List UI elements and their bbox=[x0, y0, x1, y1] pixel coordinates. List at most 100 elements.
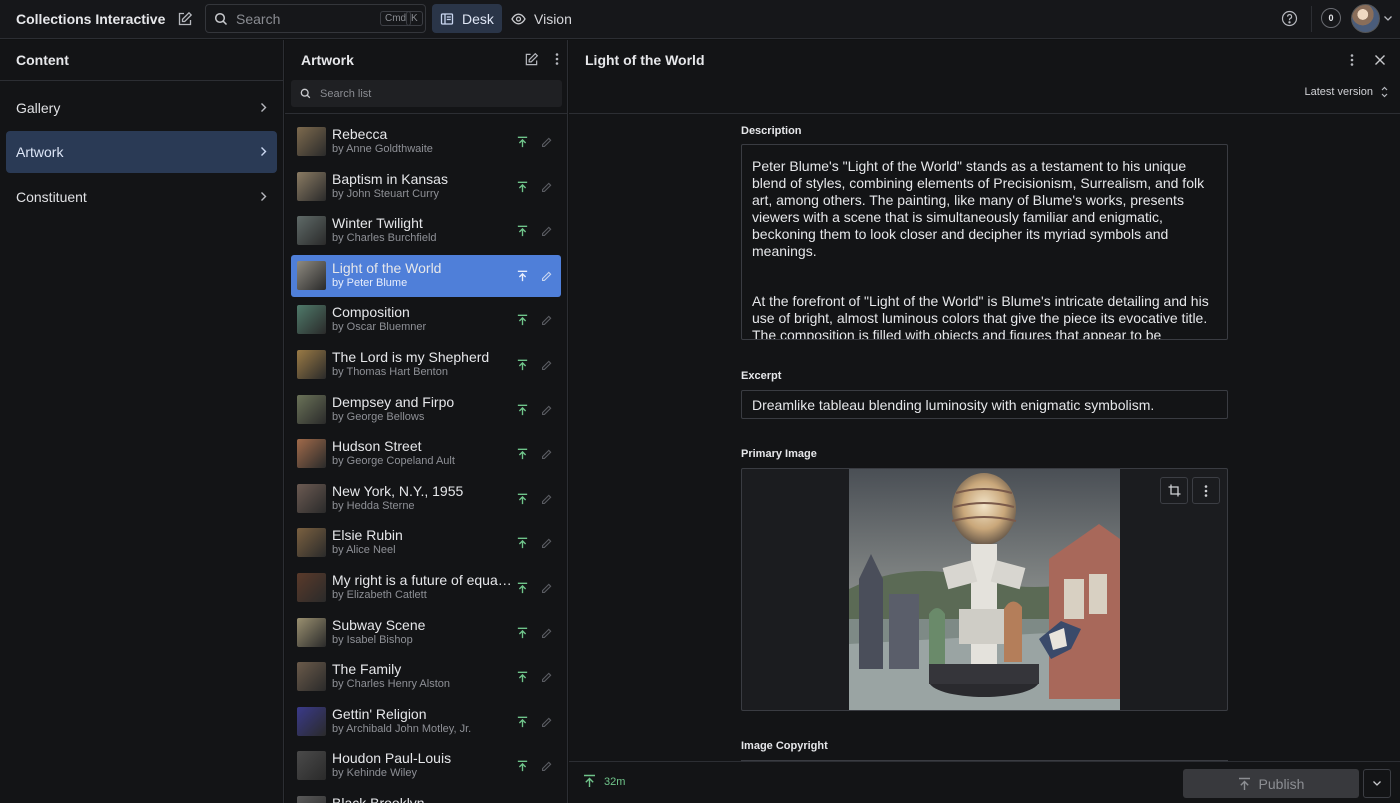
artwork-list-item[interactable]: Elsie Rubin by Alice Neel bbox=[291, 522, 561, 564]
artwork-list-item[interactable]: My right is a future of equality with ot… bbox=[291, 567, 561, 609]
publish-status[interactable] bbox=[517, 581, 528, 597]
notification-count-badge[interactable]: 0 bbox=[1321, 8, 1341, 28]
nav-item-artwork[interactable]: Artwork bbox=[6, 131, 277, 173]
app-title[interactable]: Collections Interactive bbox=[16, 11, 165, 27]
edit-status[interactable] bbox=[541, 180, 552, 196]
chevron-right-icon bbox=[261, 147, 267, 156]
artwork-list-item[interactable]: The Family by Charles Henry Alston bbox=[291, 656, 561, 698]
content-pane-title: Content bbox=[0, 40, 283, 81]
artwork-artist: by George Bellows bbox=[332, 410, 425, 423]
artwork-list-item[interactable]: Gettin' Religion by Archibald John Motley… bbox=[291, 701, 561, 743]
publish-status[interactable] bbox=[517, 492, 528, 508]
edit-icon bbox=[542, 672, 552, 683]
publish-status[interactable] bbox=[517, 536, 528, 552]
publish-status[interactable] bbox=[517, 670, 528, 686]
artwork-title: Black Brooklyn bbox=[332, 795, 425, 803]
publish-icon bbox=[517, 448, 528, 460]
artwork-thumbnail bbox=[297, 573, 326, 602]
compose-icon bbox=[178, 11, 193, 26]
artwork-thumbnail bbox=[297, 617, 326, 647]
edit-icon bbox=[542, 628, 552, 638]
edit-status[interactable] bbox=[541, 403, 552, 419]
artwork-artist: by Elizabeth Catlett bbox=[332, 589, 427, 601]
edit-status[interactable] bbox=[541, 313, 552, 329]
publish-status[interactable] bbox=[517, 180, 528, 196]
publish-icon bbox=[517, 493, 528, 504]
artwork-artist: by John Steuart Curry bbox=[332, 187, 439, 200]
edit-status[interactable] bbox=[541, 581, 552, 597]
help-button[interactable] bbox=[1280, 9, 1299, 28]
edit-status[interactable] bbox=[541, 670, 552, 686]
edit-status[interactable] bbox=[541, 135, 552, 151]
artwork-thumbnail bbox=[297, 216, 326, 246]
edit-icon bbox=[542, 137, 552, 147]
publish-status[interactable] bbox=[517, 269, 528, 285]
artwork-list-item[interactable]: The Lord is my Shepherd by Thomas Hart Be… bbox=[291, 344, 561, 386]
artwork-artist: by Oscar Bluemner bbox=[332, 321, 427, 334]
artwork-thumbnail bbox=[297, 751, 326, 781]
publish-menu-button[interactable] bbox=[1363, 769, 1391, 798]
artwork-list-item[interactable]: Subway Scene by Isabel Bishop bbox=[291, 612, 561, 654]
publish-icon bbox=[517, 136, 528, 148]
description-textarea[interactable]: Peter Blume's "Light of the World" stand… bbox=[741, 144, 1228, 340]
close-icon[interactable] bbox=[1374, 54, 1386, 66]
primary-image-field[interactable] bbox=[741, 468, 1228, 711]
artwork-list-item[interactable]: Composition by Oscar Bluemner bbox=[291, 299, 561, 341]
edit-status[interactable] bbox=[541, 447, 552, 463]
publish-status[interactable] bbox=[517, 224, 528, 240]
artwork-pane-header: Artwork bbox=[285, 40, 567, 80]
publish-status[interactable] bbox=[517, 715, 528, 731]
version-selector[interactable]: Latest version bbox=[1305, 86, 1388, 98]
tool-desk-label: Desk bbox=[462, 10, 494, 27]
edit-status[interactable] bbox=[541, 492, 552, 508]
artwork-title: Subway Scene bbox=[332, 616, 426, 633]
image-copyright-label: Image Copyright bbox=[741, 740, 828, 752]
artwork-list-item[interactable]: Black Brooklyn bbox=[291, 790, 561, 803]
publish-icon bbox=[517, 225, 528, 237]
artwork-list-item[interactable]: Hudson Street by George Copeland Ault bbox=[291, 433, 561, 475]
edit-status[interactable] bbox=[541, 224, 552, 240]
tool-vision[interactable]: Vision bbox=[503, 4, 580, 33]
artwork-list-item[interactable]: Houdon Paul-Louis by Kehinde Wiley bbox=[291, 745, 561, 787]
publish-status[interactable] bbox=[517, 313, 528, 329]
nav-item-gallery[interactable]: Gallery bbox=[6, 87, 277, 129]
artwork-list-item[interactable]: Dempsey and Firpo by George Bellows bbox=[291, 389, 561, 431]
publish-status[interactable] bbox=[517, 135, 528, 151]
list-search-input[interactable]: Search list bbox=[291, 80, 562, 107]
global-search-input[interactable]: Search Cmd K bbox=[205, 4, 426, 33]
more-vertical-icon[interactable] bbox=[555, 52, 559, 66]
user-avatar[interactable] bbox=[1351, 4, 1380, 33]
edit-status[interactable] bbox=[541, 715, 552, 731]
publish-status[interactable] bbox=[517, 403, 528, 419]
tool-desk[interactable]: Desk bbox=[432, 4, 502, 33]
more-vertical-icon[interactable] bbox=[1350, 53, 1354, 67]
artwork-list-item[interactable]: New York, N.Y., 1955 by Hedda Sterne bbox=[291, 478, 561, 520]
edit-status[interactable] bbox=[541, 358, 552, 374]
publish-icon bbox=[517, 671, 528, 683]
edit-icon bbox=[542, 182, 552, 192]
edit-status[interactable] bbox=[541, 626, 552, 642]
compose-icon[interactable] bbox=[524, 52, 539, 67]
artwork-list-item[interactable]: Rebecca by Anne Goldthwaite bbox=[291, 121, 561, 163]
artwork-list-item[interactable]: Light of the World by Peter Blume bbox=[291, 254, 561, 297]
artwork-list-item[interactable]: Baptism in Kansas by John Steuart Curry bbox=[291, 166, 561, 208]
publish-status[interactable] bbox=[517, 447, 528, 463]
artwork-pane-actions bbox=[524, 52, 559, 67]
nav-item-constituent[interactable]: Constituent bbox=[6, 176, 277, 218]
publish-status[interactable] bbox=[517, 358, 528, 374]
new-document-button[interactable] bbox=[174, 8, 196, 30]
excerpt-input[interactable]: Dreamlike tableau blending luminosity wi… bbox=[741, 390, 1228, 419]
edit-status[interactable] bbox=[541, 759, 552, 775]
edit-status[interactable] bbox=[541, 536, 552, 552]
publish-button[interactable]: Publish bbox=[1183, 769, 1359, 798]
artwork-artist: by Charles Burchfield bbox=[332, 232, 437, 245]
edit-icon bbox=[542, 761, 552, 772]
artwork-list-item[interactable]: Winter Twilight by Charles Burchfield bbox=[291, 210, 561, 252]
publish-status[interactable] bbox=[517, 626, 528, 642]
crop-button[interactable] bbox=[1160, 477, 1188, 504]
edit-status[interactable] bbox=[541, 269, 552, 285]
artwork-thumbnail bbox=[297, 260, 326, 290]
edit-icon bbox=[542, 226, 552, 237]
image-options-button[interactable] bbox=[1192, 477, 1220, 504]
publish-status[interactable] bbox=[517, 759, 528, 775]
